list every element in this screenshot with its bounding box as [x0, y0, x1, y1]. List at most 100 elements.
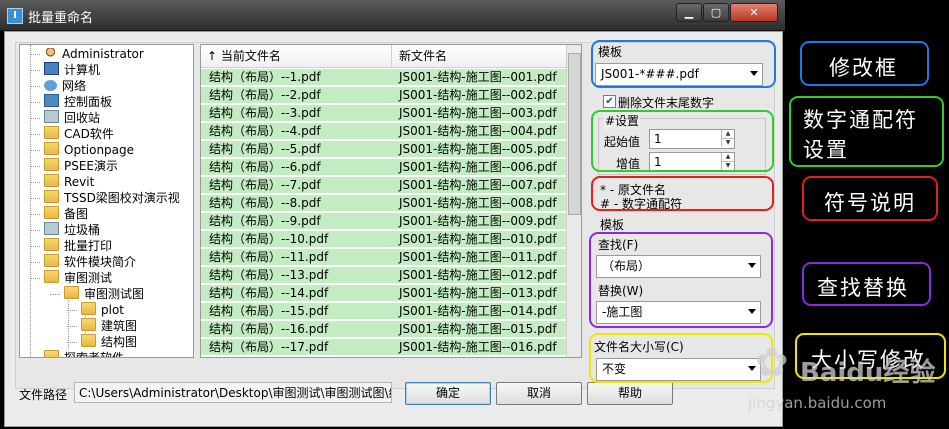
tree-item[interactable]: Revit — [44, 174, 94, 190]
network-icon — [44, 80, 57, 91]
file-list[interactable]: ↑ 当前文件名 新文件名 结构（布局）--1.pdf JS001-结构-施工图--… — [200, 44, 582, 358]
folder-icon — [44, 142, 59, 155]
path-label: 文件路径 — [19, 388, 68, 402]
tree-guide-line — [30, 214, 40, 215]
tree-item[interactable]: CAD软件 — [44, 126, 114, 142]
tree-guide-line — [30, 166, 40, 167]
tree-guide-line — [30, 102, 40, 103]
minimize-button[interactable]: ▁ — [676, 3, 702, 22]
current-filename: 结构（布局）--7.pdf — [209, 178, 321, 192]
tree-item[interactable]: 探索者软件 — [44, 350, 124, 357]
folder-icon — [81, 318, 96, 331]
tree-item-label: 审图测试图 — [84, 287, 145, 301]
new-filename: JS001-结构-施工图--016.pdf — [399, 340, 557, 354]
path-field[interactable]: C:\Users\Administrator\Desktop\审图测试\审图测试… — [74, 382, 392, 403]
user-icon — [44, 48, 57, 59]
tree-item[interactable]: 控制面板 — [44, 94, 112, 110]
list-scrollbar[interactable] — [566, 45, 581, 357]
list-item[interactable]: 结构（布局）--8.pdf JS001-结构-施工图--008.pdf — [201, 195, 566, 211]
maximize-button[interactable]: ▢ — [703, 3, 729, 22]
tree-item-label: 结构图 — [101, 335, 138, 349]
new-filename: JS001-结构-施工图--014.pdf — [399, 304, 557, 318]
tree-item[interactable]: 结构图 — [81, 334, 137, 350]
list-item[interactable]: 结构（布局）--1.pdf JS001-结构-施工图--001.pdf — [201, 69, 566, 85]
tree-item[interactable]: 建筑图 — [81, 318, 137, 334]
tree-item[interactable]: Optionpage — [44, 142, 134, 158]
tree-item[interactable]: 批量打印 — [44, 238, 112, 254]
list-item[interactable]: 结构（布局）--5.pdf JS001-结构-施工图--005.pdf — [201, 141, 566, 157]
column-new-name[interactable]: 新文件名 — [399, 45, 447, 67]
checkmark-icon: ✔ — [605, 96, 614, 107]
list-item[interactable]: 结构（布局）--6.pdf JS001-结构-施工图--006.pdf — [201, 159, 566, 175]
tree-item[interactable]: 回收站 — [44, 110, 100, 126]
tree-guide-line — [30, 54, 40, 55]
delete-suffix-label: 删除文件末尾数字 — [618, 96, 715, 110]
list-item[interactable]: 结构（布局）--2.pdf JS001-结构-施工图--002.pdf — [201, 87, 566, 103]
current-filename: 结构（布局）--14.pdf — [209, 286, 329, 300]
tree-item[interactable]: plot — [81, 302, 124, 318]
list-item[interactable]: 结构（布局）--14.pdf JS001-结构-施工图--013.pdf — [201, 285, 566, 301]
tree-item-label: 网络 — [62, 79, 87, 93]
folder-icon — [44, 270, 59, 283]
column-new-label: 新文件名 — [399, 49, 448, 63]
tree-item[interactable]: 审图测试图 — [64, 286, 144, 302]
tree-item-label: 回收站 — [64, 111, 101, 125]
column-current-name[interactable]: ↑ 当前文件名 — [207, 45, 392, 67]
ok-button[interactable]: 确定 — [405, 382, 491, 405]
new-filename: JS001-结构-施工图--006.pdf — [399, 160, 557, 174]
new-filename: JS001-结构-施工图--004.pdf — [399, 124, 557, 138]
current-filename: 结构（布局）--11.pdf — [209, 250, 329, 264]
watermark-brand: Baidu经验 — [800, 358, 936, 388]
folder-icon — [44, 158, 59, 171]
delete-suffix-checkbox[interactable]: ✔ — [603, 95, 616, 108]
baidu-paw-icon: ✿ — [755, 340, 789, 386]
help-button[interactable]: 帮助 — [587, 382, 673, 405]
title-bar[interactable]: I 批量重命名 ▁ ▢ ✕ — [0, 0, 785, 31]
list-item[interactable]: 结构（布局）--13.pdf JS001-结构-施工图--012.pdf — [201, 267, 566, 283]
highlight-modify-box — [591, 40, 776, 88]
tree-item[interactable]: 垃圾桶 — [44, 222, 100, 238]
list-item[interactable]: 结构（布局）--16.pdf JS001-结构-施工图--015.pdf — [201, 321, 566, 337]
new-filename: JS001-结构-施工图--002.pdf — [399, 88, 557, 102]
tag-wildcard-line1: 数字通配符 — [803, 108, 918, 132]
app-icon: I — [7, 8, 23, 24]
tree-item[interactable]: 备图 — [44, 206, 88, 222]
tree-guide-line — [30, 134, 40, 135]
tree-item[interactable]: TSSD梁图校对演示视 — [44, 190, 180, 206]
list-item[interactable]: 结构（布局）--7.pdf JS001-结构-施工图--007.pdf — [201, 177, 566, 193]
list-item[interactable]: 结构（布局）--3.pdf JS001-结构-施工图--003.pdf — [201, 105, 566, 121]
list-item[interactable]: 结构（布局）--17.pdf JS001-结构-施工图--016.pdf — [201, 339, 566, 355]
folder-icon — [44, 254, 59, 267]
current-filename: 结构（布局）--8.pdf — [209, 196, 321, 210]
tree-guide-line — [50, 294, 60, 295]
tree-item[interactable]: 网络 — [44, 78, 86, 94]
file-list-header: ↑ 当前文件名 新文件名 — [201, 45, 566, 68]
tree-guide-line — [67, 326, 77, 327]
current-filename: 结构（布局）--2.pdf — [209, 88, 321, 102]
cancel-button[interactable]: 取消 — [496, 382, 582, 405]
list-item[interactable]: 结构（布局）--9.pdf JS001-结构-施工图--009.pdf — [201, 213, 566, 229]
tag-wildcard-line2: 设置 — [803, 138, 849, 162]
list-item[interactable]: 结构（布局）--10.pdf JS001-结构-施工图--010.pdf — [201, 231, 566, 247]
folder-tree[interactable]: Administrator 计算机 网络 控制面板 回收站 CAD软件 Optionpage… — [19, 44, 194, 358]
tag-symbol-desc-text: 符号说明 — [824, 191, 916, 215]
tree-guide-line — [30, 86, 40, 87]
close-button[interactable]: ✕ — [730, 3, 778, 22]
tree-item-label: 审图测试 — [64, 271, 113, 285]
watermark-url: jingyan.baidu.com — [748, 394, 887, 412]
tree-item-label: TSSD梁图校对演示视 — [64, 191, 180, 205]
list-item[interactable]: 结构（布局）--15.pdf JS001-结构-施工图--014.pdf — [201, 303, 566, 319]
list-scroll-thumb[interactable] — [568, 53, 581, 215]
new-filename: JS001-结构-施工图--008.pdf — [399, 196, 557, 210]
list-item[interactable]: 结构（布局）--4.pdf JS001-结构-施工图--004.pdf — [201, 123, 566, 139]
maximize-icon: ▢ — [710, 6, 722, 19]
tree-item[interactable]: Administrator — [44, 46, 144, 62]
tree-item[interactable]: 审图测试 — [44, 270, 112, 286]
tree-item[interactable]: 软件模块简介 — [44, 254, 136, 270]
folder-icon — [44, 350, 59, 357]
tree-item[interactable]: 计算机 — [44, 62, 100, 78]
new-filename: JS001-结构-施工图--003.pdf — [399, 106, 557, 120]
list-item[interactable]: 结构（布局）--11.pdf JS001-结构-施工图--011.pdf — [201, 249, 566, 265]
folder-icon — [64, 286, 79, 299]
tree-item[interactable]: PSEE演示 — [44, 158, 118, 174]
